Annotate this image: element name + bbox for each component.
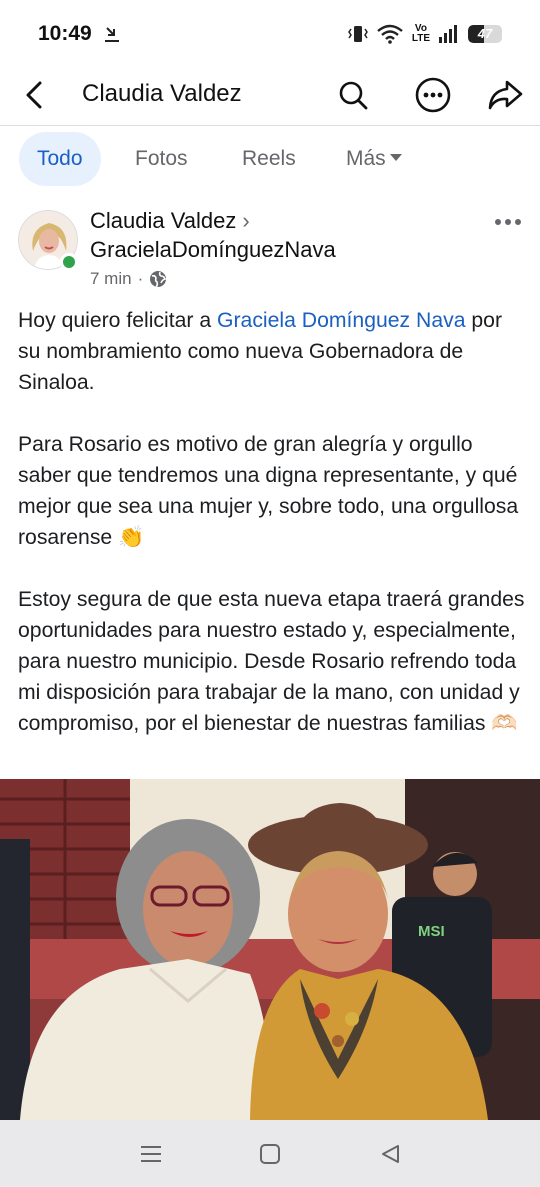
- post-paragraph: Estoy segura de que esta nueva etapa tra…: [18, 588, 525, 735]
- page-header: Claudia Valdez: [0, 68, 540, 126]
- online-status-indicator: [60, 253, 78, 271]
- chevron-right-icon: ›: [242, 208, 250, 233]
- filter-tabs: Todo Fotos Reels Más: [0, 132, 540, 188]
- post-photo-image: MSI: [0, 779, 540, 1120]
- post-paragraph: Hoy quiero felicitar a Graciela Domíngue…: [18, 305, 530, 398]
- back-icon[interactable]: [20, 78, 50, 112]
- post-author[interactable]: Claudia Valdez: [90, 208, 236, 233]
- post-text: Hoy quiero felicitar a Graciela Domíngue…: [18, 305, 530, 770]
- mention-link[interactable]: Graciela Domínguez Nava: [217, 309, 465, 332]
- more-icon[interactable]: [414, 76, 452, 114]
- paragraph-text: Hoy quiero felicitar a: [18, 309, 218, 332]
- meta-separator: ·: [137, 269, 144, 288]
- shirt-text: MSI: [418, 923, 445, 940]
- post-author-line: Claudia Valdez ›: [90, 208, 250, 234]
- tab-mas-label: Más: [346, 147, 386, 170]
- search-icon[interactable]: [334, 76, 372, 114]
- signal-icon: [439, 25, 457, 43]
- battery-icon: 47: [468, 25, 502, 43]
- status-time: 10:49: [38, 22, 92, 45]
- system-nav-bar: [0, 1120, 540, 1187]
- post-meta: 7 min ·: [90, 269, 167, 289]
- share-icon[interactable]: [486, 76, 524, 114]
- volte-indicator: Vo LTE: [412, 24, 430, 44]
- post-target[interactable]: GracielaDomínguezNava: [90, 237, 336, 263]
- globe-icon: [150, 271, 167, 288]
- tab-todo[interactable]: Todo: [19, 132, 101, 186]
- back-triangle-icon[interactable]: [378, 1142, 404, 1166]
- status-icons: Vo LTE 47: [347, 24, 502, 44]
- battery-percent: 47: [477, 26, 493, 41]
- post-paragraph: Para Rosario es motivo de gran alegría y…: [18, 433, 519, 549]
- page-title: Claudia Valdez: [82, 80, 242, 107]
- menu-icon[interactable]: [138, 1142, 164, 1166]
- tab-mas[interactable]: Más: [346, 132, 402, 186]
- tab-reels[interactable]: Reels: [242, 132, 296, 186]
- more-options-icon[interactable]: [494, 213, 522, 231]
- download-icon: [105, 27, 119, 42]
- status-bar: 10:49 Vo LTE 47: [0, 0, 540, 68]
- chevron-down-icon: [389, 153, 402, 161]
- post-photo[interactable]: MSI: [0, 779, 540, 1120]
- tab-fotos[interactable]: Fotos: [135, 132, 188, 186]
- wifi-icon: [377, 24, 403, 44]
- home-icon[interactable]: [257, 1142, 283, 1166]
- post-time[interactable]: 7 min: [90, 269, 132, 289]
- vibrate-icon: [347, 26, 368, 42]
- volte-bottom: LTE: [411, 33, 430, 44]
